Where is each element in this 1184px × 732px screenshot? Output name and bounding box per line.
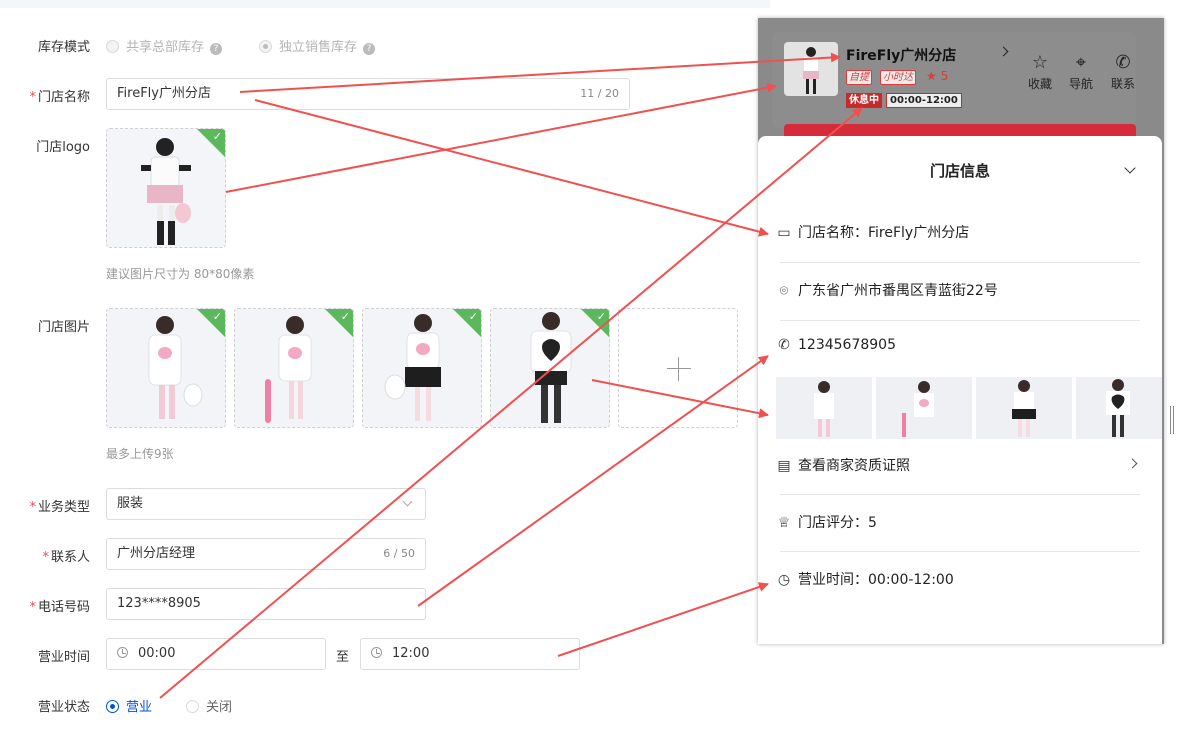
store-name-label: * 门店名称 [29,90,90,105]
preview-store-title: FireFly广州分店 [846,48,957,64]
logo-hint: 建议图片尺寸为 80*80像素 [106,267,255,281]
check-icon: ✓ [468,310,478,323]
info-row-phone[interactable]: ✆ 12345678905 [776,337,896,353]
location-pin-icon: ⌾ [779,283,789,299]
chevron-down-icon [402,496,413,507]
arrow-name-to-info [254,99,769,237]
star-icon: ☆ [1031,52,1049,73]
help-icon: ? [210,43,223,55]
inventory-independent-option: 独立销售库存? [259,36,376,55]
trophy-icon: ♕ [777,515,791,531]
logo-label: 门店logo [36,140,90,155]
id-card-icon: ▤ [777,458,791,474]
help-icon: ? [363,43,376,55]
divider [780,494,1140,495]
radio-icon [259,40,272,53]
location-icon: ⌖ [1075,52,1087,73]
radio-icon [106,40,119,53]
start-time-picker[interactable]: 00:00 [106,638,326,670]
business-type-label: * 业务类型 [29,500,90,515]
store-name-input[interactable]: FireFly广州分店 11 / 20 [106,78,630,110]
char-count: 11 / 20 [580,87,619,100]
pickup-tag: 自提 [846,70,872,85]
closed-status-badge: 休息中 [846,93,882,108]
resize-handle[interactable] [1170,406,1174,434]
time-range-separator: 至 [336,650,350,665]
status-label: 营业状态 [37,700,90,715]
add-image-button[interactable] [618,308,738,428]
radio-icon [106,700,119,713]
inventory-shared-option: 共享总部库存? [106,36,223,55]
phone-label: * 电话号码 [29,600,90,615]
store-info-sheet: 门店信息 ▭ 门店名称：FireFly广州分店 ⌾ 广东省广州市番禺区青蓝街22号 … [758,136,1162,644]
contact-button[interactable]: ✆ 联系 [1105,51,1141,92]
sheet-title: 门店信息 [929,162,990,180]
gallery-image [876,377,972,439]
check-icon: ✓ [340,310,350,323]
store-logo-thumbnail [784,42,838,96]
logo-image-tile[interactable]: ✓ [106,128,226,248]
divider [780,551,1140,552]
top-bar [0,0,770,8]
divider [780,262,1140,263]
radio-icon [186,700,199,713]
images-hint: 最多上传9张 [106,447,174,461]
inventory-mode-label: 库存模式 [37,40,90,55]
check-icon: ✓ [212,310,222,323]
info-row-hours: ◷ 营业时间：00:00-12:00 [777,572,954,588]
chevron-right-icon[interactable] [1127,458,1138,469]
clock-icon: ◷ [777,572,791,588]
hours-label: 营业时间 [37,650,90,665]
phone-icon: ✆ [778,337,790,353]
arrow-hours-to-info [557,582,769,657]
status-closed-radio[interactable]: 关闭 [186,696,232,715]
business-type-select[interactable]: 服装 [106,488,426,520]
clock-icon [371,647,382,658]
check-icon: ✓ [596,310,606,323]
status-open-radio[interactable]: 营业 [106,696,152,715]
gallery-image [976,377,1072,439]
phone-input[interactable]: 123****8905 [106,588,426,620]
hours-badge: 00:00-12:00 [886,93,962,108]
favorite-button[interactable]: ☆ 收藏 [1022,51,1058,92]
rating: ★ 5 [926,69,949,83]
gallery-image [1076,377,1162,439]
store-image-tile[interactable]: ✓ [106,308,226,428]
contact-label: * 联系人 [42,550,90,565]
clock-icon [117,647,128,658]
char-count: 6 / 50 [383,547,415,560]
divider [780,320,1140,321]
info-row-license[interactable]: ▤ 查看商家资质证照 [776,455,910,475]
phone-icon: ✆ [1115,52,1131,73]
navigate-button[interactable]: ⌖ 导航 [1063,51,1099,92]
check-icon: ✓ [212,130,222,143]
gallery-image [776,377,872,439]
info-row-name: ▭ 门店名称：FireFly广州分店 [777,225,970,241]
images-label: 门店图片 [37,320,90,335]
mobile-preview: FireFly广州分店 自提 小时达 ★ 5 休息中 00:00-12:00 ☆… [758,18,1164,644]
hourly-delivery-tag: 小时达 [880,70,916,85]
info-row-address: ⌾ 广东省广州市番禺区青蓝街22号 [776,280,998,300]
store-icon: ▭ [777,225,791,241]
store-image-tile[interactable]: ✓ [490,308,610,428]
info-row-score: ♕ 门店评分：5 [777,515,877,531]
end-time-picker[interactable]: 12:00 [360,638,580,670]
stage: 库存模式 共享总部库存? 独立销售库存? * 门店名称 FireFly广州分店 11… [0,0,1184,732]
store-image-tile[interactable]: ✓ [362,308,482,428]
store-image-tile[interactable]: ✓ [234,308,354,428]
contact-input[interactable]: 广州分店经理 6 / 50 [106,538,426,570]
